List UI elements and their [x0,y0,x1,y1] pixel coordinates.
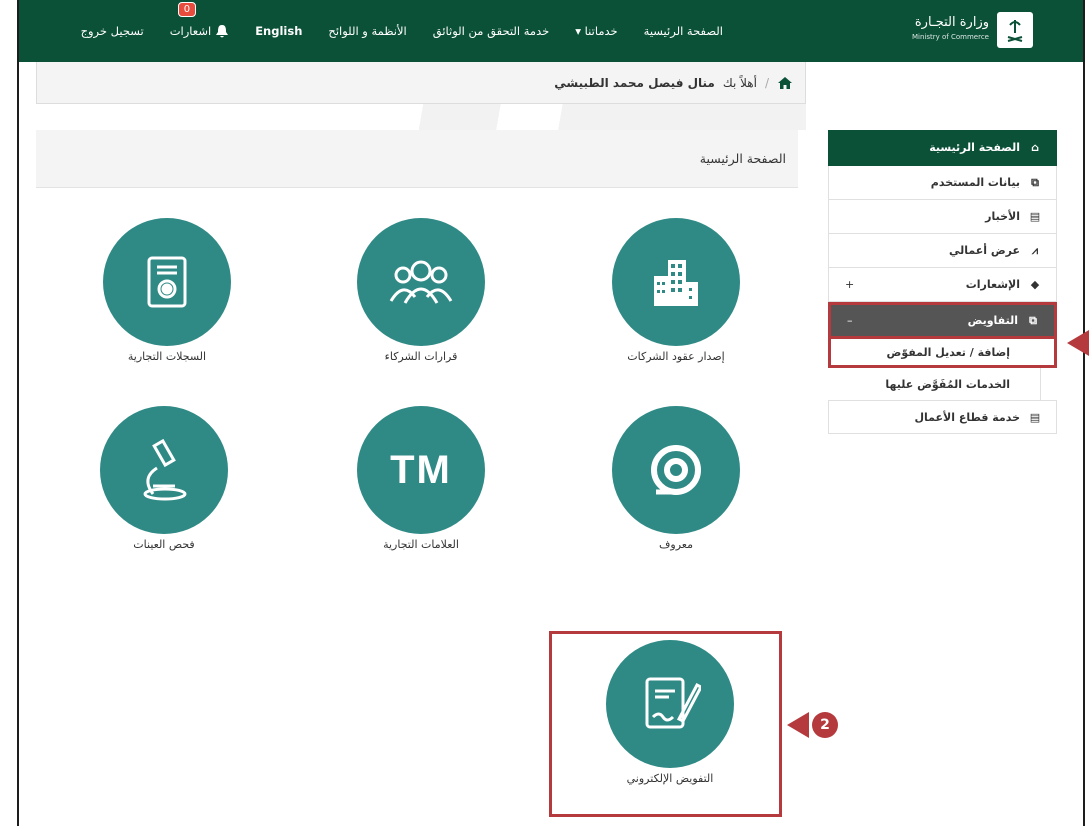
nav-regulations-link[interactable]: الأنظمة و اللوائح [328,24,406,38]
people-icon [357,218,485,346]
logo-arabic-text: وزارة التجـارة [914,15,989,30]
sidebar-item-home[interactable]: ⌂ الصفحة الرئيسية [828,130,1057,166]
sidebar-item-notifications[interactable]: ◆ الإشعارات + [828,268,1057,302]
tm-icon: TM [357,406,485,534]
sidebar-item-user-data[interactable]: ⧉ بيانات المستخدم [828,166,1057,200]
expand-icon[interactable]: + [845,278,854,291]
nav-home-link[interactable]: الصفحة الرئيسية [644,24,723,38]
sidebar-subitem-delegated-services[interactable]: الخدمات المُفَوَّض عليها [828,368,1041,400]
notifications-label: اشعارات [169,24,212,38]
sidebar-menu: ⌂ الصفحة الرئيسية ⧉ بيانات المستخدم ▤ ال… [828,130,1057,434]
notifications-count-badge: 0 [177,1,197,17]
marker-1-pointer [1067,330,1089,356]
maroof-icon [612,406,740,534]
tile-label: معروف [659,538,693,551]
building-icon [612,218,740,346]
nav-verify-link[interactable]: خدمة التحقق من الوثائق [433,24,550,38]
copy-icon: ⧉ [1031,175,1039,189]
welcome-text: أهلاً بك [722,75,757,90]
sidebar-item-label: خدمة قطاع الأعمال [914,410,1020,424]
sidebar-item-authorizations[interactable]: ⧉ التفاويض – [828,302,1057,336]
sidebar-item-business-services[interactable]: ▤ خدمة قطاع الأعمال [828,400,1057,434]
sidebar-item-label: الإشعارات [965,278,1020,291]
sidebar-item-news[interactable]: ▤ الأخبار [828,200,1057,234]
tile-partner-resolutions[interactable]: قرارات الشركاء [321,218,521,363]
home-icon[interactable] [777,76,793,90]
right-frame-border [1083,0,1091,826]
sidebar-subitem-add-edit-delegate[interactable]: إضافة / تعديل المفوّض [828,336,1057,368]
tile-label: قرارات الشركاء [384,350,458,363]
tm-text: TM [390,447,452,492]
marker-2-pointer [787,712,809,738]
microscope-icon [100,406,228,534]
tile-trademarks[interactable]: TM العلامات التجارية [321,406,521,551]
sidebar-item-label: عرض أعمالي [948,244,1020,257]
tile-label: العلامات التجارية [383,538,459,551]
decorative-stripes [36,104,806,130]
tile-commercial-registers[interactable]: السجلات التجارية [67,218,267,363]
nav-services-dropdown[interactable]: خدماتنا ▾ [575,24,617,38]
breadcrumb-separator: / [764,75,769,90]
tile-label: السجلات التجارية [127,350,207,363]
tile-sample-inspection[interactable]: فحص العينات [64,406,264,551]
tile-label: فحص العينات [133,538,195,551]
chart-icon: ⩘ [1031,243,1039,257]
tag-icon: ◆ [1030,278,1040,291]
sidebar-item-label: الأخبار [985,210,1020,223]
breadcrumb: / أهلاً بك منال فيصل محمد الطبيشي [36,62,806,104]
newspaper-icon: ▤ [1029,410,1041,424]
sidebar-item-label: التفاويض [967,314,1018,327]
sidebar-item-label: الصفحة الرئيسية [929,141,1020,154]
page-title: الصفحة الرئيسية [699,151,786,166]
newspaper-icon: ▤ [1029,210,1041,223]
sidebar-subitem-label: إضافة / تعديل المفوّض [886,345,1010,359]
top-navbar: وزارة التجـارة Ministry of Commerce الصف… [19,0,1083,62]
emblem-icon [997,12,1033,48]
step-marker-2: 2 [812,712,838,738]
ministry-logo[interactable]: وزارة التجـارة Ministry of Commerce [912,12,1033,48]
bell-icon [216,24,229,37]
sidebar-item-my-work[interactable]: ⩘ عرض أعمالي [828,234,1057,268]
tile-maroof[interactable]: معروف [576,406,776,551]
sidebar-item-label: بيانات المستخدم [930,176,1020,189]
nav-logout-link[interactable]: تسجيل خروج [81,24,144,38]
main-nav-links: الصفحة الرئيسية خدماتنا ▾ خدمة التحقق من… [81,0,723,62]
nav-english-link[interactable]: English [255,24,302,38]
home-icon: ⌂ [1031,141,1039,154]
user-name: منال فيصل محمد الطبيشي [554,75,715,90]
sidebar-subitem-label: الخدمات المُفَوَّض عليها [885,377,1010,391]
highlight-box-e-authorization [549,631,782,817]
tile-company-contracts[interactable]: إصدار عقود الشركات [576,218,776,363]
collapse-icon[interactable]: – [847,314,853,327]
nav-notifications-link[interactable]: اشعارات 0 [169,1,229,39]
left-frame-border [0,0,19,826]
copy-icon: ⧉ [1029,313,1037,327]
logo-english-text: Ministry of Commerce [912,33,989,41]
main-panel-header: الصفحة الرئيسية [36,130,798,188]
tile-label: إصدار عقود الشركات [627,350,725,363]
certificate-icon [103,218,231,346]
